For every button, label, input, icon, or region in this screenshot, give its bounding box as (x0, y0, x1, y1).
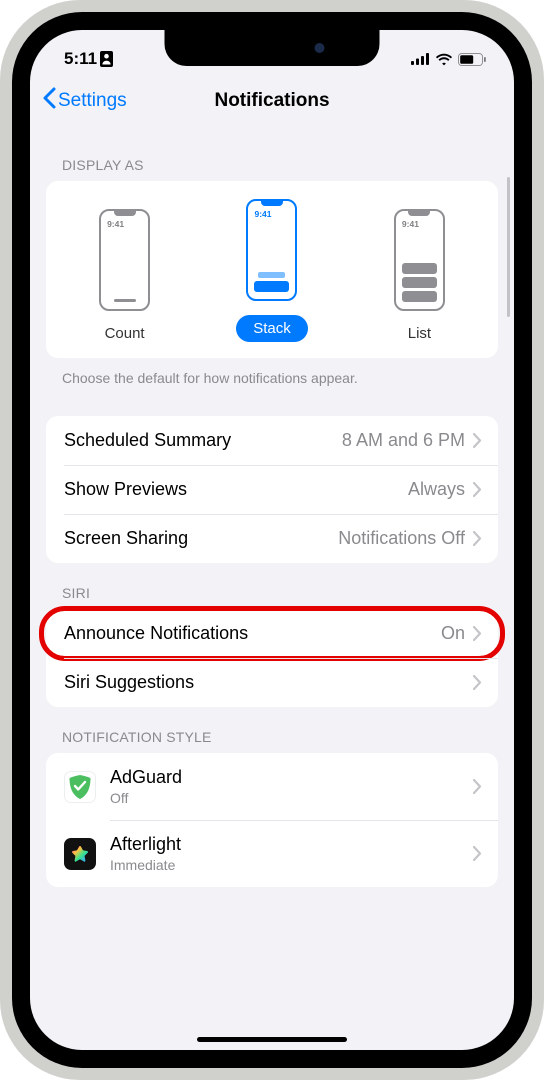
chevron-right-icon (473, 531, 482, 546)
app-status: Off (110, 790, 473, 806)
siri-card: Announce Notifications On Siri Suggestio… (46, 609, 498, 707)
nav-bar: Settings Notifications (30, 78, 514, 127)
app-status: Immediate (110, 857, 473, 873)
status-right (411, 53, 486, 66)
chevron-right-icon (473, 626, 482, 641)
device-bezel: 5:11 (12, 12, 532, 1068)
id-card-icon (100, 51, 113, 67)
cellular-signal-icon (411, 53, 430, 65)
notch (165, 30, 380, 66)
mini-phone-stack: 9:41 (246, 199, 297, 301)
settings-rows-card: Scheduled Summary 8 AM and 6 PM Show Pre… (46, 416, 498, 563)
apps-card: AdGuard Off Afterlight Imm (46, 753, 498, 887)
content: Display As 9:41 Count 9:41 (30, 127, 514, 1047)
mode-label-count: Count (105, 325, 145, 342)
section-header-display-as: Display As (30, 127, 514, 181)
app-name: AdGuard (110, 767, 473, 788)
row-label: Scheduled Summary (64, 430, 342, 451)
row-value: Always (408, 479, 465, 500)
mode-label-list: List (408, 325, 431, 342)
display-mode-stack[interactable]: 9:41 Stack (236, 199, 308, 342)
mini-phone-count: 9:41 (99, 209, 150, 311)
status-time: 5:11 (64, 49, 97, 69)
section-header-siri: Siri (30, 563, 514, 609)
app-name: Afterlight (110, 834, 473, 855)
row-label: Announce Notifications (64, 623, 441, 644)
chevron-right-icon (473, 846, 482, 861)
row-value: On (441, 623, 465, 644)
scrollbar[interactable] (507, 177, 510, 317)
row-app-adguard[interactable]: AdGuard Off (46, 753, 498, 820)
row-value: 8 AM and 6 PM (342, 430, 465, 451)
row-label: Show Previews (64, 479, 408, 500)
row-show-previews[interactable]: Show Previews Always (46, 465, 498, 514)
row-announce-notifications[interactable]: Announce Notifications On (46, 609, 498, 658)
row-siri-suggestions[interactable]: Siri Suggestions (46, 658, 498, 707)
back-button[interactable]: Settings (42, 87, 127, 115)
display-mode-list[interactable]: 9:41 List (394, 209, 445, 342)
wifi-icon (435, 53, 453, 66)
chevron-right-icon (473, 675, 482, 690)
chevron-left-icon (42, 87, 56, 115)
row-app-afterlight[interactable]: Afterlight Immediate (46, 820, 498, 887)
chevron-right-icon (473, 779, 482, 794)
back-label: Settings (58, 90, 127, 112)
row-scheduled-summary[interactable]: Scheduled Summary 8 AM and 6 PM (46, 416, 498, 465)
display-modes-card: 9:41 Count 9:41 Stack (46, 181, 498, 358)
mode-label-stack: Stack (236, 315, 308, 342)
screen: 5:11 (30, 30, 514, 1050)
row-label: Screen Sharing (64, 528, 338, 549)
battery-icon (458, 53, 486, 66)
chevron-right-icon (473, 433, 482, 448)
row-label: Siri Suggestions (64, 672, 473, 693)
row-screen-sharing[interactable]: Screen Sharing Notifications Off (46, 514, 498, 563)
display-mode-count[interactable]: 9:41 Count (99, 209, 150, 342)
chevron-right-icon (473, 482, 482, 497)
status-left: 5:11 (64, 49, 113, 69)
home-indicator[interactable] (197, 1037, 347, 1042)
row-value: Notifications Off (338, 528, 465, 549)
adguard-icon (64, 771, 96, 803)
afterlight-icon (64, 838, 96, 870)
section-header-notification-style: Notification Style (30, 707, 514, 753)
mini-phone-list: 9:41 (394, 209, 445, 311)
device-frame: 5:11 (0, 0, 544, 1080)
display-as-footer: Choose the default for how notifications… (30, 358, 514, 392)
